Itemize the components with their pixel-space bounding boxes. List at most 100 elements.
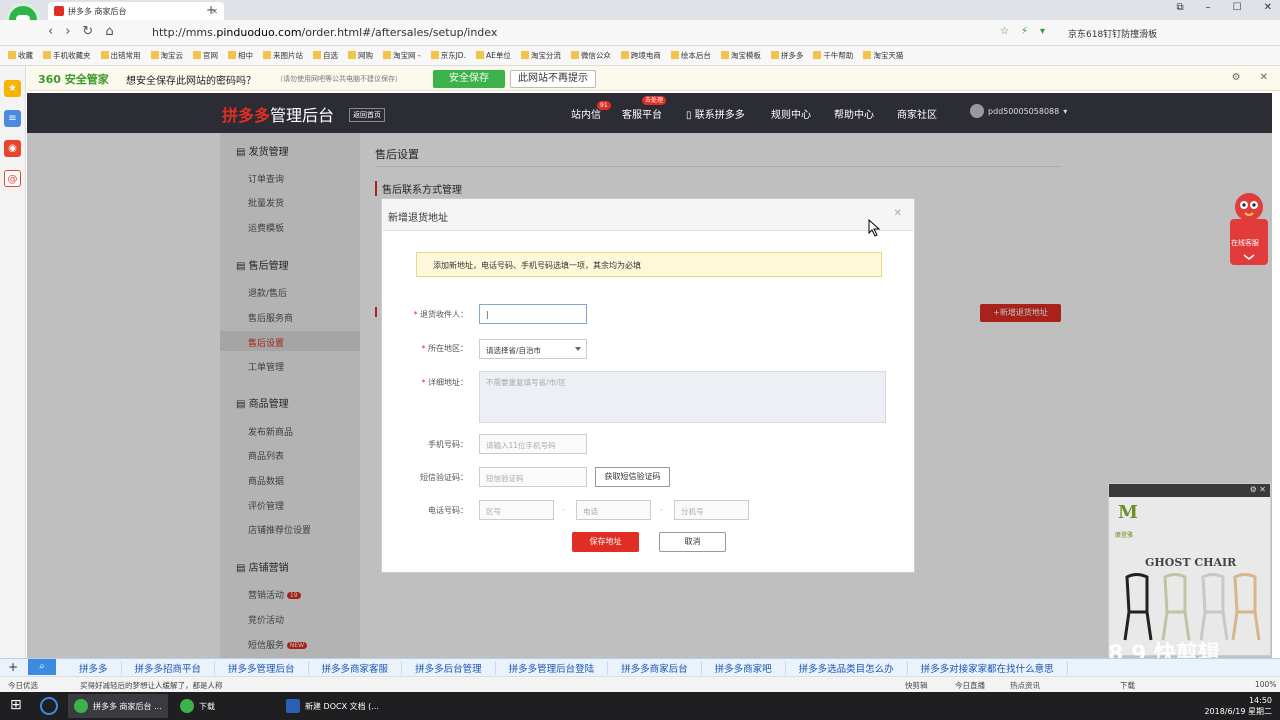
weibo-icon[interactable]: ◉ bbox=[4, 140, 21, 157]
bookmark-item[interactable]: AE单位 bbox=[475, 50, 511, 61]
ad-close-icon[interactable]: ✕ bbox=[1259, 485, 1266, 494]
bookmark-item[interactable]: 淘宝网 - bbox=[383, 50, 421, 61]
back-arrow-icon[interactable]: ‹ bbox=[48, 24, 53, 39]
region-select[interactable]: 请选择省/自治市 bbox=[479, 339, 587, 359]
add-icon[interactable]: + bbox=[8, 660, 18, 674]
nav-contact[interactable]: ▯ 联系拼多多 bbox=[686, 106, 745, 121]
bookmark-item[interactable]: 淘宝分流 bbox=[520, 50, 561, 61]
star-icon[interactable]: ☆ bbox=[1000, 26, 1009, 37]
search-link[interactable]: 拼多多商家吧 bbox=[702, 661, 786, 675]
bookmark-item[interactable]: 自选 bbox=[313, 50, 338, 61]
search-link[interactable]: 拼多多商家客服 bbox=[309, 661, 403, 675]
home-icon[interactable]: ⌂ bbox=[105, 24, 113, 39]
area-code-input[interactable]: 区号 bbox=[479, 500, 554, 520]
restore-icon[interactable]: ⧉ bbox=[1177, 2, 1184, 13]
bookmark-item[interactable]: 淘宝云 bbox=[150, 50, 184, 61]
taskbar-item[interactable]: 拼多多 商家后台 ... bbox=[68, 694, 168, 718]
bookmark-label: 来图片站 bbox=[273, 51, 303, 60]
status-item[interactable]: 今日直播 bbox=[955, 680, 985, 691]
dropdown-icon[interactable]: ▾ bbox=[1040, 26, 1045, 37]
search-icon[interactable]: ⌕ bbox=[28, 659, 56, 675]
status-item[interactable]: 热点资讯 bbox=[1010, 680, 1040, 691]
bookmark-item[interactable]: 收藏 bbox=[8, 50, 33, 61]
taskbar-item[interactable]: 下载 bbox=[174, 694, 274, 718]
brand-logo[interactable]: 拼多多管理后台 bbox=[222, 102, 334, 126]
status-left[interactable]: 今日优选 bbox=[8, 680, 38, 691]
forward-arrow-icon[interactable]: › bbox=[65, 24, 70, 39]
lightning-icon[interactable]: ⚡ bbox=[1021, 26, 1028, 37]
reader-icon[interactable]: ≡ bbox=[4, 110, 21, 127]
browser-tab-active[interactable]: 拼多多 商家后台 ✕ bbox=[48, 2, 224, 20]
bookmark-item[interactable]: 出错常用 bbox=[100, 50, 141, 61]
get-sms-code-button[interactable]: 获取短信验证码 bbox=[595, 467, 670, 487]
bookmark-item[interactable]: 相中 bbox=[228, 50, 253, 61]
zoom-level[interactable]: 100% bbox=[1255, 680, 1276, 689]
bookmark-item[interactable]: 跨境电商 bbox=[620, 50, 661, 61]
mail-icon[interactable]: @ bbox=[4, 170, 21, 187]
bookmark-item[interactable]: 绘本后台 bbox=[670, 50, 711, 61]
safe-logo: 360 安全管家 bbox=[38, 73, 109, 86]
bookmark-item[interactable]: 淘宝天猫 bbox=[863, 50, 903, 61]
maximize-icon[interactable]: ☐ bbox=[1233, 2, 1242, 13]
ad-settings-icon[interactable]: ⚙ bbox=[1250, 485, 1257, 494]
safebar-close-icon[interactable]: ✕ bbox=[1260, 72, 1268, 83]
extension-input[interactable]: 分机号 bbox=[674, 500, 749, 520]
chevron-down-icon bbox=[575, 347, 581, 351]
search-link[interactable]: 拼多多选品类目怎么办 bbox=[786, 661, 908, 675]
status-item[interactable]: 快剪辑 bbox=[905, 680, 928, 691]
bookmark-item[interactable]: 官网 bbox=[193, 50, 218, 61]
status-news[interactable]: 买得好减轻后的梦想让人缓解了，都是人称 bbox=[80, 680, 223, 691]
refresh-icon[interactable]: ↻ bbox=[82, 24, 93, 39]
bookmark-item[interactable]: 来图片站 bbox=[263, 50, 303, 61]
nav-rules[interactable]: 规则中心 bbox=[771, 106, 811, 121]
bookmark-item[interactable]: 网购 bbox=[348, 50, 373, 61]
cancel-button[interactable]: 取消 bbox=[659, 532, 726, 552]
ad-controls: ⚙ ✕ bbox=[1250, 485, 1266, 494]
close-window-icon[interactable]: ✕ bbox=[1264, 2, 1272, 13]
search-link[interactable]: 拼多多管理后台登陆 bbox=[496, 661, 609, 675]
search-link[interactable]: 拼多多 bbox=[66, 661, 122, 675]
new-tab-icon[interactable]: + bbox=[206, 3, 216, 17]
nav-service-platform[interactable]: 客服平台 bbox=[622, 106, 662, 121]
bookmark-item[interactable]: 淘宝模板 bbox=[720, 50, 761, 61]
search-link[interactable]: 拼多多招商平台 bbox=[122, 661, 216, 675]
url-field[interactable]: http://mms.pinduoduo.com/order.html#/aft… bbox=[152, 26, 497, 39]
online-service-widget[interactable] bbox=[1229, 185, 1269, 265]
windows-start-icon[interactable]: ⊞ bbox=[10, 697, 22, 713]
tray-clock[interactable]: 14:50 2018/6/19 星期二 bbox=[1204, 695, 1272, 717]
ad-popup[interactable]: ⚙ ✕ M 摩登雅 GHOST CHAIR bbox=[1108, 483, 1271, 656]
nav-community[interactable]: 商家社区 bbox=[897, 106, 937, 121]
modal-title: 新增退货地址 bbox=[388, 213, 448, 224]
save-address-button[interactable]: 保存地址 bbox=[572, 532, 639, 552]
user-menu[interactable]: pdd50005058088 ▾ bbox=[970, 104, 1067, 118]
receiver-input[interactable]: | bbox=[479, 304, 587, 324]
search-suggestion[interactable]: 京东618钉钉防撞滑板 bbox=[1068, 27, 1157, 40]
bookmark-item[interactable]: 千牛帮助 bbox=[813, 50, 853, 61]
phone-input[interactable]: 请输入11位手机号码 bbox=[479, 434, 587, 454]
settings-gear-icon[interactable]: ⚙ bbox=[1232, 72, 1241, 83]
sms-code-input[interactable]: 短信验证码 bbox=[479, 467, 587, 487]
browser-taskbar-icon[interactable] bbox=[40, 697, 58, 715]
status-item[interactable]: 下载 bbox=[1120, 680, 1135, 691]
tel-input[interactable]: 电话 bbox=[576, 500, 651, 520]
nav-inbox[interactable]: 站内信 bbox=[571, 106, 601, 121]
bookmark-label: 淘宝云 bbox=[160, 51, 184, 60]
favorites-star-icon[interactable]: ★ bbox=[4, 80, 21, 97]
search-link[interactable]: 拼多多后台管理 bbox=[402, 661, 496, 675]
search-link[interactable]: 拼多多管理后台 bbox=[215, 661, 309, 675]
bookmark-item[interactable]: 手机收藏夹 bbox=[43, 50, 91, 61]
search-link[interactable]: 拼多多商家后台 bbox=[608, 661, 702, 675]
search-link[interactable]: 拼多多对接家家都在找什么意思 bbox=[908, 661, 1068, 675]
bookmark-item[interactable]: 京东JD. bbox=[430, 50, 466, 61]
nav-help[interactable]: 帮助中心 bbox=[834, 106, 874, 121]
safe-save-button[interactable]: 安全保存 bbox=[433, 70, 505, 88]
taskbar-item[interactable]: 新建 DOCX 文档 (... bbox=[280, 694, 390, 718]
no-prompt-button[interactable]: 此网站不再提示 bbox=[510, 70, 596, 88]
modal-close-icon[interactable]: ✕ bbox=[894, 208, 902, 219]
bookmark-item[interactable]: 微信公众 bbox=[570, 50, 611, 61]
minimize-icon[interactable]: – bbox=[1206, 2, 1211, 13]
bookmark-item[interactable]: 拼多多 bbox=[770, 50, 803, 61]
phone-label: 手机号码： bbox=[428, 440, 468, 449]
detail-address-textarea[interactable]: 不需要重复填写省/市/区 bbox=[479, 371, 886, 423]
back-home-link[interactable]: 返回首页 bbox=[349, 108, 385, 122]
